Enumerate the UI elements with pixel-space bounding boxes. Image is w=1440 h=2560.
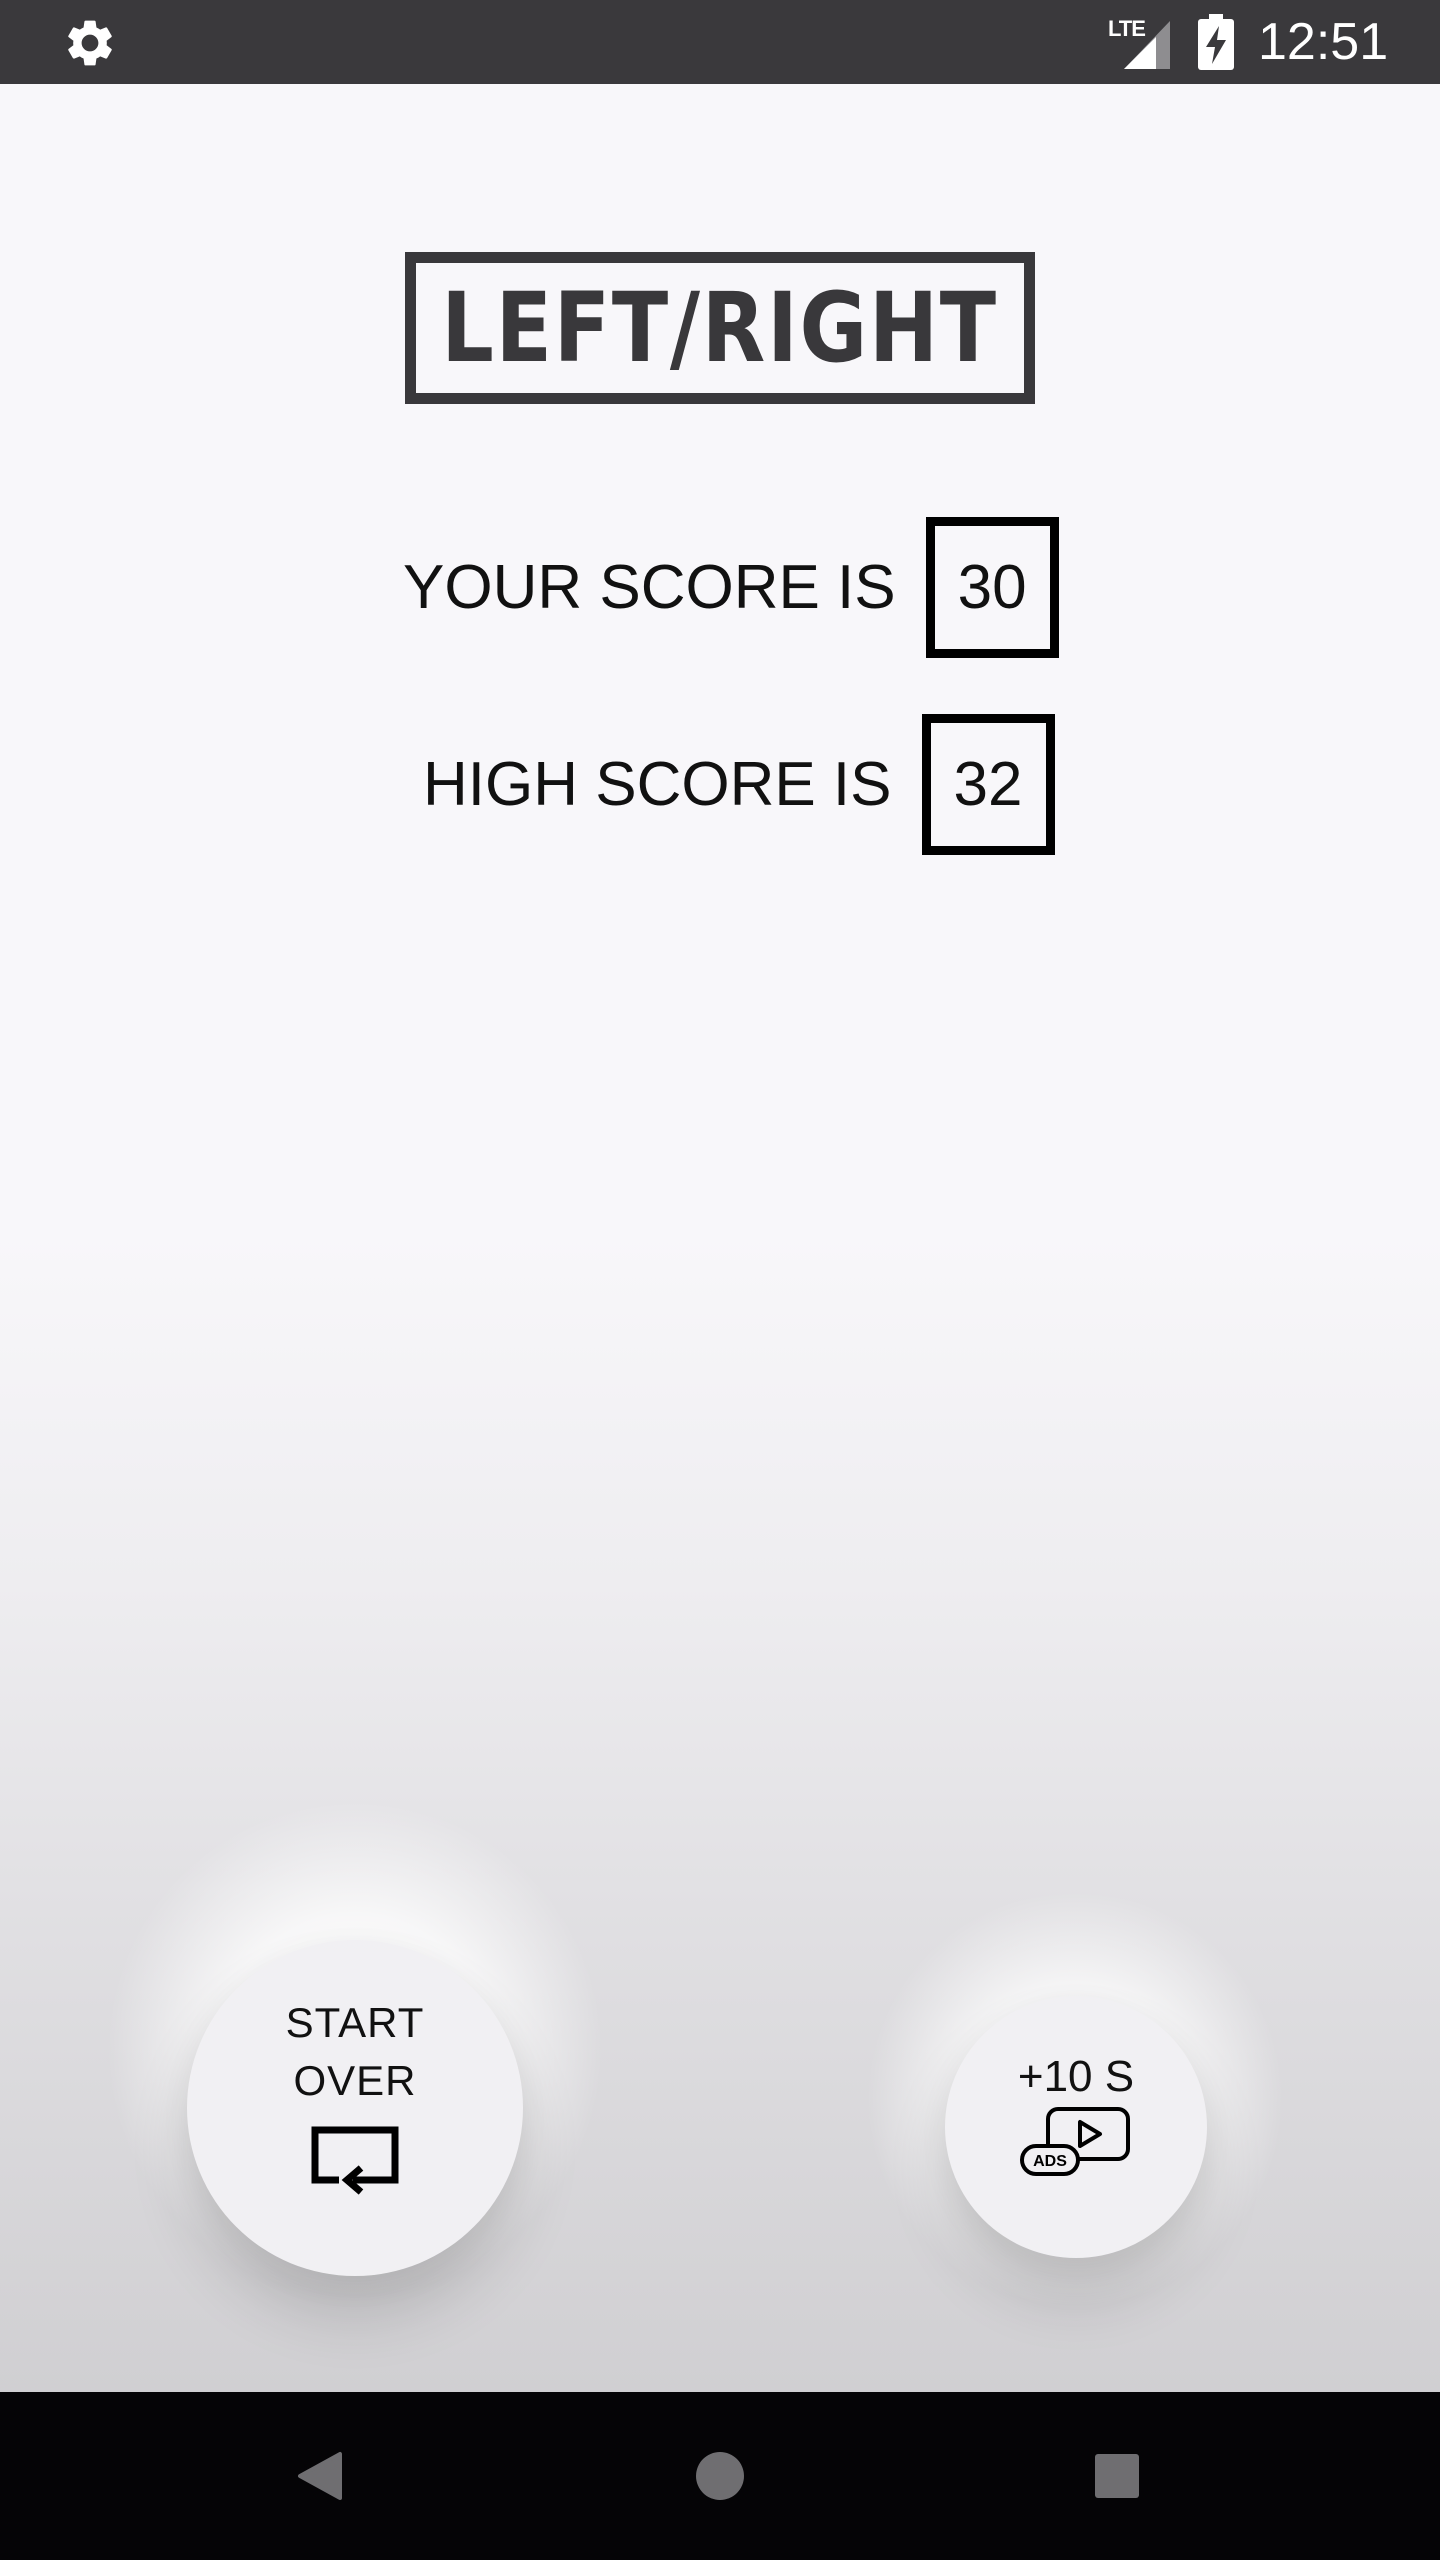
your-score-value: 30: [925, 517, 1059, 658]
start-over-label-line1: START: [285, 1999, 425, 2046]
start-over-label-line2: OVER: [293, 2057, 417, 2104]
back-icon[interactable]: [296, 2450, 344, 2502]
gear-icon[interactable]: [62, 15, 118, 71]
ads-badge-text: ADS: [1033, 2153, 1067, 2170]
status-clock: 12:51: [1258, 13, 1389, 71]
logo-text: LEFT/RIGHT: [441, 272, 999, 384]
high-score-row: HIGH SCORE IS 32: [423, 714, 1055, 855]
start-over-button[interactable]: START OVER: [187, 1940, 523, 2276]
app-logo: LEFT/RIGHT: [405, 252, 1035, 404]
high-score-value: 32: [921, 714, 1055, 855]
game-over-screen: LEFT/RIGHT YOUR SCORE IS 30 HIGH SCORE I…: [0, 84, 1440, 2392]
recents-icon[interactable]: [1095, 2454, 1139, 2498]
your-score-row: YOUR SCORE IS 30: [403, 517, 1059, 658]
home-icon[interactable]: [694, 2450, 746, 2502]
status-bar: LTE 12:51: [0, 0, 1440, 84]
replay-icon: [311, 2126, 399, 2195]
bonus-seconds-label: +10 S: [1017, 2052, 1135, 2101]
lte-signal-icon: [1124, 21, 1170, 69]
battery-charging-icon: [1198, 14, 1234, 70]
high-score-label: HIGH SCORE IS: [423, 750, 892, 819]
watch-ad-bonus-button[interactable]: +10 S ADS: [945, 1996, 1207, 2258]
your-score-label: YOUR SCORE IS: [403, 553, 896, 622]
watch-ad-icon: ADS: [1020, 2107, 1130, 2176]
